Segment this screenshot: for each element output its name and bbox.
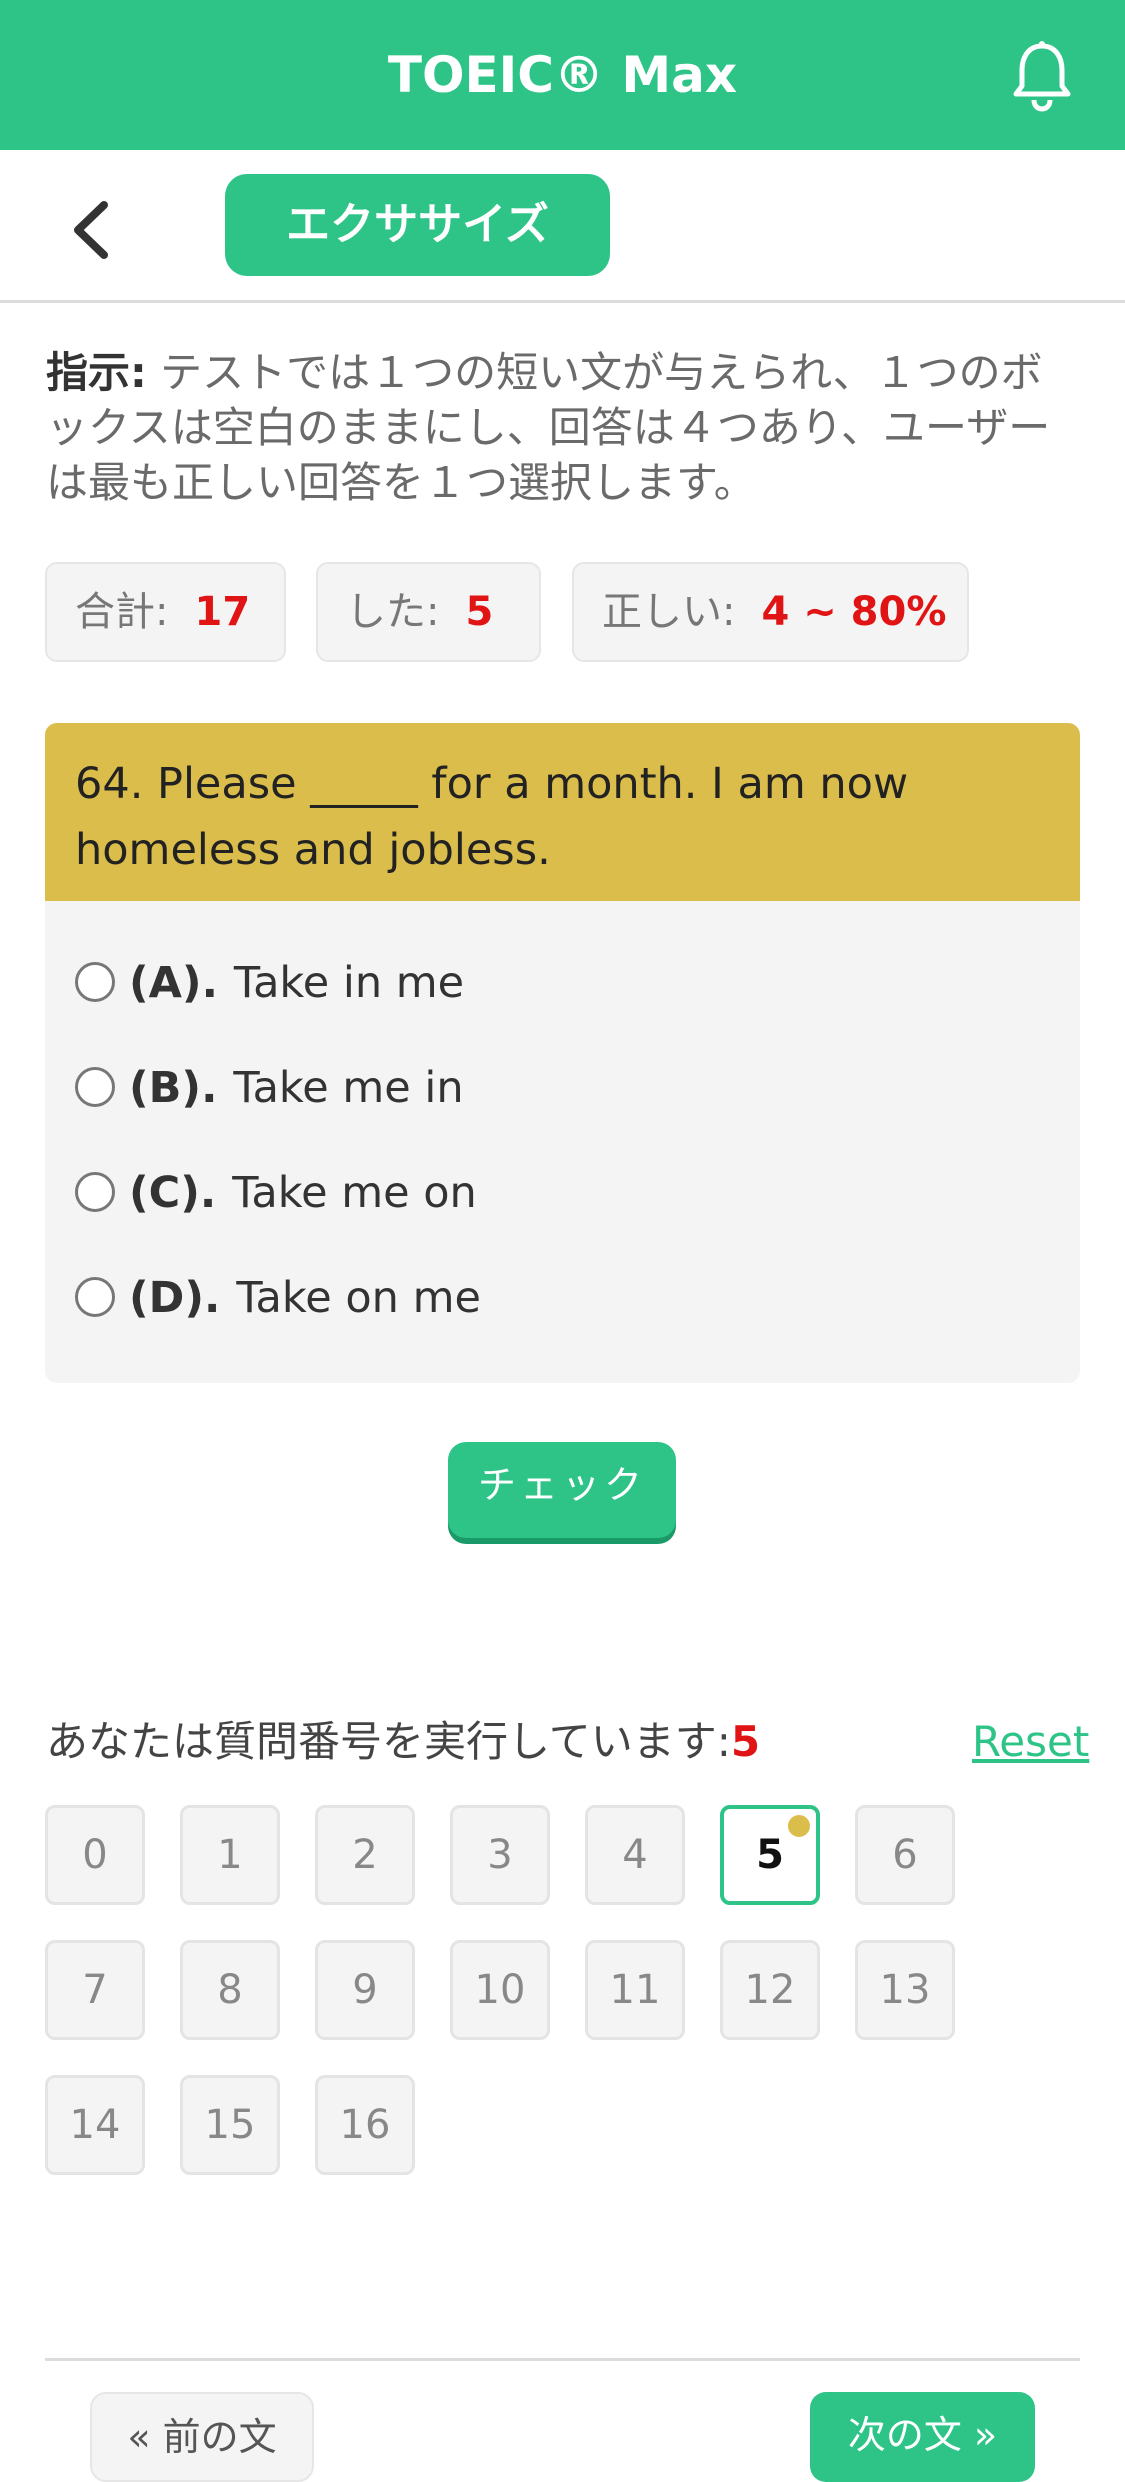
instructions: 指示: テストでは１つの短い文が与えられ、１つのボックスは空白のままにし、回答は…: [46, 345, 1076, 510]
question-number-6[interactable]: 6: [855, 1805, 955, 1905]
instructions-text: テストでは１つの短い文が与えられ、１つのボックスは空白のままにし、回答は４つあり…: [46, 348, 1051, 507]
stat-done: した: 5: [316, 562, 541, 662]
question-number-13[interactable]: 13: [855, 1940, 955, 2040]
check-button[interactable]: チェック: [448, 1442, 676, 1538]
option-text: Take me on: [232, 1168, 477, 1218]
app-title: TOEIC® Max: [387, 46, 738, 104]
app-header: TOEIC® Max: [0, 0, 1125, 150]
question-number-5-current[interactable]: 5: [720, 1805, 820, 1905]
question-number-7[interactable]: 7: [45, 1940, 145, 2040]
radio-icon[interactable]: [75, 1066, 115, 1107]
stat-total: 合計: 17: [45, 562, 286, 662]
question-number-14[interactable]: 14: [45, 2075, 145, 2175]
progress-current: 5: [730, 1717, 761, 1766]
question-number-9[interactable]: 9: [315, 1940, 415, 2040]
instructions-label: 指示:: [46, 348, 147, 397]
divider: [45, 2358, 1080, 2361]
sub-navigation: エクササイズ: [0, 150, 1125, 303]
option-key: (C).: [129, 1168, 217, 1218]
question-number-8[interactable]: 8: [180, 1940, 280, 2040]
stat-correct-value: 4 ~ 80%: [761, 589, 947, 635]
progress-label-text: あなたは質問番号を実行しています:: [46, 1717, 731, 1766]
question-number-4[interactable]: 4: [585, 1805, 685, 1905]
option-text: Take me in: [233, 1063, 464, 1113]
reset-link[interactable]: Reset: [972, 1712, 1089, 1772]
question-number-12[interactable]: 12: [720, 1940, 820, 2040]
stat-correct: 正しい: 4 ~ 80%: [572, 562, 969, 662]
option-key: (B).: [129, 1063, 218, 1113]
question-number-16[interactable]: 16: [315, 2075, 415, 2175]
question-text: 64. Please _____ for a month. I am now h…: [45, 723, 1080, 901]
stat-done-value: 5: [465, 589, 494, 635]
question-number-2[interactable]: 2: [315, 1805, 415, 1905]
prev-sentence-button[interactable]: « 前の文: [90, 2392, 314, 2482]
question-number-15[interactable]: 15: [180, 2075, 280, 2175]
question-number-10[interactable]: 10: [450, 1940, 550, 2040]
tab-exercise[interactable]: エクササイズ: [225, 174, 610, 276]
stat-total-value: 17: [194, 589, 251, 635]
radio-icon[interactable]: [75, 961, 115, 1002]
radio-icon[interactable]: [75, 1171, 115, 1212]
option-key: (A).: [129, 958, 218, 1008]
option-text: Take in me: [233, 958, 465, 1008]
question-number-11[interactable]: 11: [585, 1940, 685, 2040]
bell-icon[interactable]: [1010, 40, 1074, 112]
current-marker-dot: [788, 1815, 810, 1837]
question-number-5-label: 5: [756, 1832, 784, 1878]
progress-label: あなたは質問番号を実行しています:5: [46, 1712, 760, 1772]
stat-done-label: した:: [346, 589, 440, 635]
option-key: (D).: [129, 1273, 221, 1323]
stat-correct-label: 正しい:: [602, 589, 736, 635]
question-card: 64. Please _____ for a month. I am now h…: [45, 723, 1080, 1383]
stat-total-label: 合計:: [75, 589, 169, 635]
next-sentence-button[interactable]: 次の文 »: [810, 2392, 1035, 2482]
option-c[interactable]: (C). Take me on: [75, 1158, 477, 1228]
option-b[interactable]: (B). Take me in: [75, 1053, 464, 1123]
chevron-left-icon[interactable]: [62, 195, 122, 265]
option-d[interactable]: (D). Take on me: [75, 1263, 481, 1333]
question-number-3[interactable]: 3: [450, 1805, 550, 1905]
radio-icon[interactable]: [75, 1276, 115, 1317]
option-a[interactable]: (A). Take in me: [75, 948, 464, 1018]
question-number-0[interactable]: 0: [45, 1805, 145, 1905]
question-number-1[interactable]: 1: [180, 1805, 280, 1905]
option-text: Take on me: [236, 1273, 481, 1323]
